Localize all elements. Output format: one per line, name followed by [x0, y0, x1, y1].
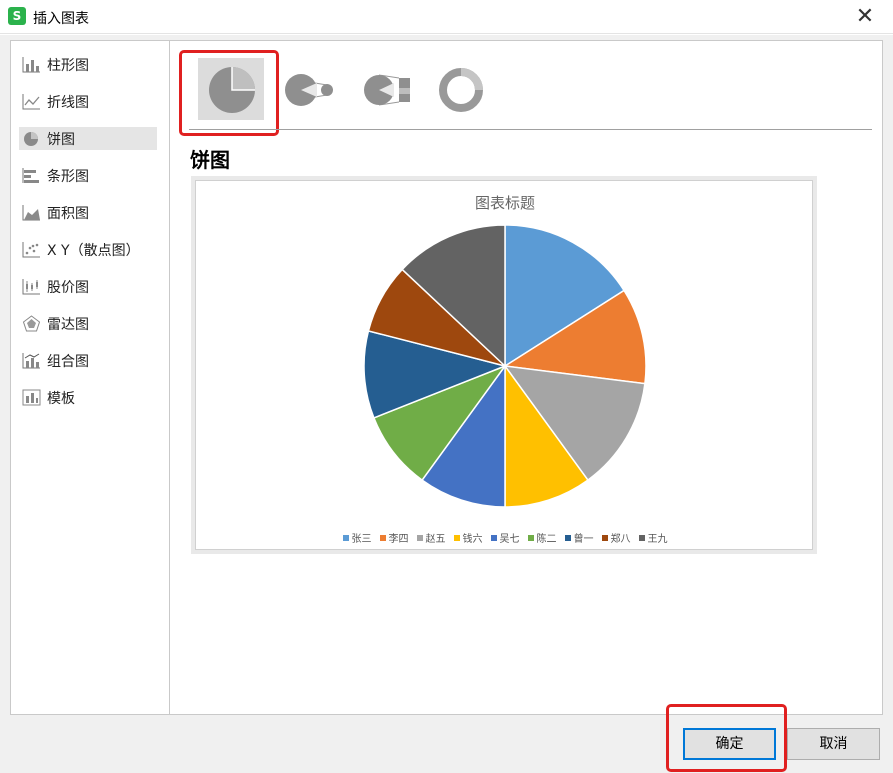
- sidebar-item-label: 条形图: [47, 168, 89, 185]
- chart-area: 图表标题 张三 李四 赵五 钱六 吴七 陈二 曾一 郑八 王九: [195, 180, 813, 550]
- legend-label: 王九: [647, 534, 668, 545]
- line-chart-icon: [22, 94, 40, 110]
- pie-subtype-icon: [209, 67, 255, 113]
- legend-item: 陈二: [527, 530, 557, 545]
- subtype-pie-of-pie[interactable]: [277, 58, 343, 120]
- title-bar: S 插入图表 ✕: [0, 0, 893, 34]
- combo-chart-icon: [22, 353, 40, 369]
- chart-legend: 张三 李四 赵五 钱六 吴七 陈二 曾一 郑八 王九: [196, 530, 814, 545]
- area-chart-icon: [22, 205, 40, 221]
- doughnut-icon: [439, 68, 483, 112]
- legend-swatch: [453, 534, 460, 541]
- legend-item: 钱六: [453, 530, 483, 545]
- cancel-button[interactable]: 取消: [787, 728, 880, 760]
- app-logo-icon: S: [8, 7, 26, 25]
- legend-item: 郑八: [601, 530, 631, 545]
- sidebar-item-bar[interactable]: 条形图: [19, 164, 157, 187]
- window-title: 插入图表: [33, 11, 89, 27]
- legend-swatch: [527, 534, 534, 541]
- sidebar-item-stock[interactable]: 股价图: [19, 275, 157, 298]
- selected-chart-name: 饼图: [190, 148, 230, 172]
- stock-chart-icon: [22, 279, 40, 295]
- legend-swatch: [601, 534, 608, 541]
- sidebar-item-combo[interactable]: 组合图: [19, 349, 157, 372]
- sidebar-item-area[interactable]: 面积图: [19, 201, 157, 224]
- legend-swatch: [638, 534, 645, 541]
- radar-chart-icon: [22, 315, 41, 332]
- close-button[interactable]: ✕: [851, 4, 879, 30]
- bar-chart-icon: [22, 168, 39, 183]
- sidebar-item-column[interactable]: 柱形图: [19, 53, 157, 76]
- separator: [189, 129, 872, 130]
- legend-item: 李四: [379, 530, 409, 545]
- legend-label: 吴七: [499, 534, 520, 545]
- legend-item: 吴七: [490, 530, 520, 545]
- bar-of-pie-icon: [364, 74, 410, 106]
- sidebar-item-label: 雷达图: [47, 316, 89, 333]
- legend-item: 曾一: [564, 530, 594, 545]
- legend-swatch: [342, 534, 349, 541]
- dialog-body: 柱形图 折线图 饼图 条形图 面积图 X Y（散点图） 股价图 雷达图 组合图 …: [0, 35, 893, 773]
- sidebar-item-label: 饼图: [47, 131, 75, 148]
- sidebar-item-label: X Y（散点图）: [47, 242, 140, 259]
- sidebar-item-label: 面积图: [47, 205, 89, 222]
- legend-swatch: [379, 534, 386, 541]
- sidebar-item-label: 折线图: [47, 94, 89, 111]
- pie-of-pie-icon: [285, 74, 333, 106]
- sidebar-item-label: 模板: [47, 390, 75, 407]
- subtype-bar-of-pie[interactable]: [357, 58, 423, 120]
- legend-label: 李四: [388, 534, 409, 545]
- legend-label: 曾一: [573, 534, 594, 545]
- legend-swatch: [416, 534, 423, 541]
- sidebar-item-line[interactable]: 折线图: [19, 90, 157, 113]
- legend-swatch: [564, 534, 571, 541]
- sidebar-item-template[interactable]: 模板: [19, 386, 157, 409]
- chart-preview-panel: 饼图 图表标题 张三 李四 赵五 钱六 吴七 陈二 曾一 郑八 王九: [169, 40, 883, 715]
- sidebar-item-label: 股价图: [47, 279, 89, 296]
- legend-swatch: [490, 534, 497, 541]
- chart-preview: 图表标题 张三 李四 赵五 钱六 吴七 陈二 曾一 郑八 王九: [191, 176, 817, 554]
- subtype-pie[interactable]: [198, 58, 264, 120]
- legend-label: 钱六: [462, 534, 483, 545]
- column-chart-icon: [22, 57, 40, 73]
- pie-chart: [363, 224, 647, 508]
- subtype-doughnut[interactable]: [428, 58, 494, 120]
- legend-label: 赵五: [425, 534, 446, 545]
- sidebar-item-radar[interactable]: 雷达图: [19, 312, 157, 335]
- scatter-chart-icon: [22, 242, 40, 258]
- legend-label: 郑八: [610, 534, 631, 545]
- legend-item: 张三: [342, 530, 372, 545]
- pie-chart-icon: [24, 132, 38, 146]
- sidebar-item-scatter[interactable]: X Y（散点图）: [19, 238, 157, 261]
- legend-item: 王九: [638, 530, 668, 545]
- sidebar-item-pie[interactable]: 饼图: [19, 127, 157, 150]
- legend-item: 赵五: [416, 530, 446, 545]
- template-icon: [22, 389, 41, 406]
- legend-label: 陈二: [536, 534, 557, 545]
- sidebar-item-label: 柱形图: [47, 57, 89, 74]
- legend-label: 张三: [351, 534, 372, 545]
- ok-button[interactable]: 确定: [683, 728, 776, 760]
- sidebar-item-label: 组合图: [47, 353, 89, 370]
- chart-category-list: 柱形图 折线图 饼图 条形图 面积图 X Y（散点图） 股价图 雷达图 组合图 …: [10, 40, 169, 715]
